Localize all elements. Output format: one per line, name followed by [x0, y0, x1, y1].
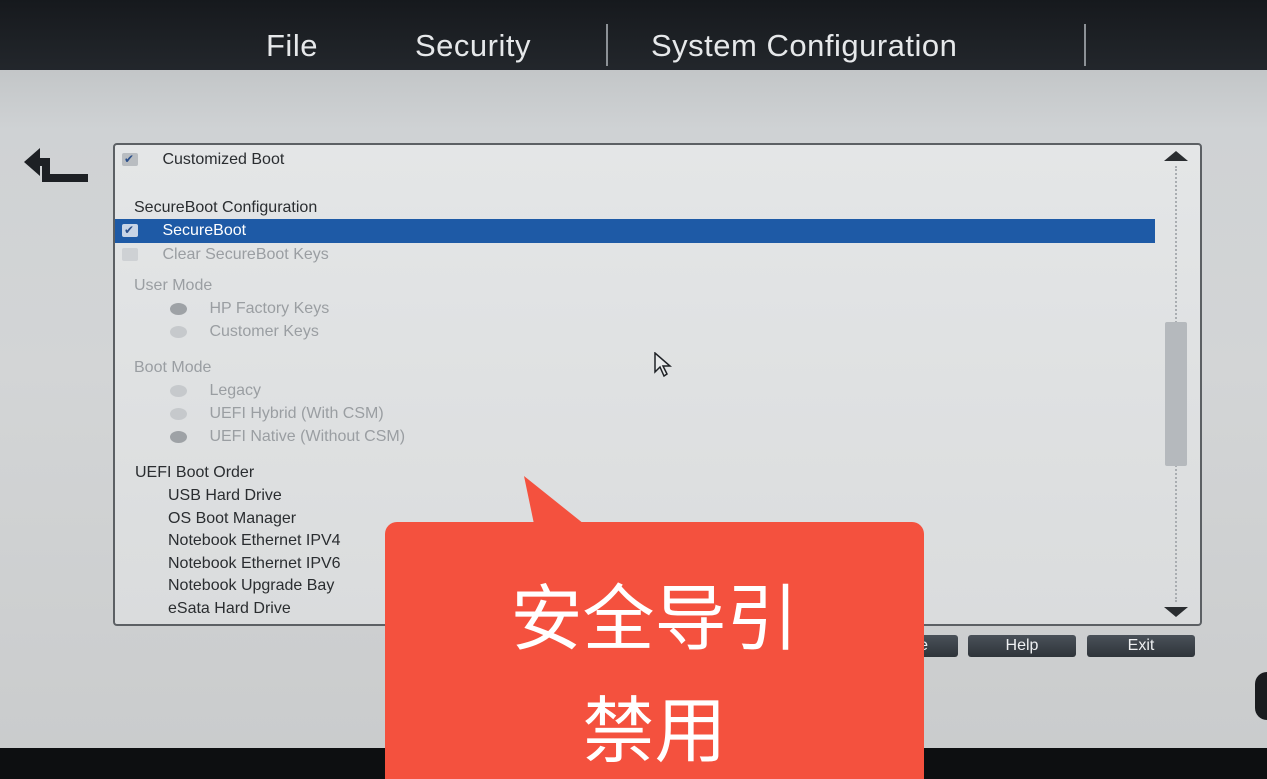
- option-label: Legacy: [209, 382, 262, 399]
- radio-icon[interactable]: [170, 302, 187, 315]
- checkbox-icon[interactable]: [122, 218, 138, 242]
- mouse-pointer-icon: [654, 352, 672, 378]
- radio-icon[interactable]: [170, 384, 187, 397]
- radio-icon[interactable]: [170, 430, 187, 443]
- menu-separator: [1084, 24, 1086, 66]
- user-mode-option[interactable]: HP Factory Keys: [170, 297, 329, 321]
- boot-order-item[interactable]: USB Hard Drive: [168, 484, 282, 508]
- checkbox-icon[interactable]: [122, 248, 138, 262]
- back-arrow-icon[interactable]: [20, 146, 92, 186]
- callout-line-2: 禁用: [582, 689, 727, 773]
- checkbox-icon[interactable]: [122, 147, 138, 171]
- menu-security[interactable]: Security: [415, 28, 531, 64]
- clear-keys-label: Clear SecureBoot Keys: [162, 246, 329, 263]
- top-menu-bar: File Security System Configuration: [0, 0, 1267, 72]
- boot-mode-option[interactable]: UEFI Hybrid (With CSM): [170, 402, 384, 426]
- menu-system-configuration[interactable]: System Configuration: [651, 28, 957, 64]
- radio-icon[interactable]: [170, 325, 187, 338]
- menu-file[interactable]: File: [266, 28, 318, 64]
- boot-order-item[interactable]: OS Boot Manager: [168, 507, 296, 531]
- secureboot-config-heading: SecureBoot Configuration: [134, 199, 318, 216]
- boot-order-item[interactable]: Notebook Ethernet IPV6: [168, 552, 341, 576]
- scroll-up-arrow-icon[interactable]: [1164, 151, 1188, 161]
- boot-mode-option[interactable]: UEFI Native (Without CSM): [170, 425, 405, 449]
- exit-button[interactable]: Exit: [1087, 635, 1195, 657]
- radio-icon[interactable]: [170, 407, 187, 420]
- scrollbar-thumb[interactable]: [1165, 322, 1187, 466]
- callout-pointer: [524, 476, 584, 524]
- boot-order-item[interactable]: Notebook Upgrade Bay: [168, 574, 334, 598]
- callout-line-1: 安全导引: [510, 577, 799, 661]
- user-mode-heading: User Mode: [134, 277, 213, 294]
- option-label: Customer Keys: [209, 323, 319, 340]
- uefi-boot-order-heading: UEFI Boot Order: [135, 464, 255, 481]
- option-label: HP Factory Keys: [209, 300, 330, 317]
- menu-separator: [606, 24, 608, 66]
- option-label: UEFI Native (Without CSM): [209, 428, 406, 445]
- option-label: UEFI Hybrid (With CSM): [209, 405, 384, 422]
- selection-highlight: [115, 219, 1155, 243]
- boot-order-item[interactable]: Notebook Ethernet IPV4: [168, 529, 341, 553]
- boot-mode-heading: Boot Mode: [134, 359, 212, 376]
- boot-mode-option[interactable]: Legacy: [170, 379, 261, 403]
- scroll-down-arrow-icon[interactable]: [1164, 607, 1188, 617]
- customized-boot-row[interactable]: Customized Boot: [122, 147, 285, 172]
- help-button[interactable]: Help: [968, 635, 1076, 657]
- boot-order-item[interactable]: eSata Hard Drive: [168, 597, 291, 621]
- bezel-edge: [1255, 672, 1267, 720]
- customized-boot-label: Customized Boot: [162, 151, 285, 168]
- secureboot-row[interactable]: SecureBoot: [122, 218, 247, 243]
- clear-secureboot-keys-row[interactable]: Clear SecureBoot Keys: [122, 243, 329, 267]
- user-mode-option[interactable]: Customer Keys: [170, 320, 319, 344]
- secureboot-label: SecureBoot: [162, 222, 247, 239]
